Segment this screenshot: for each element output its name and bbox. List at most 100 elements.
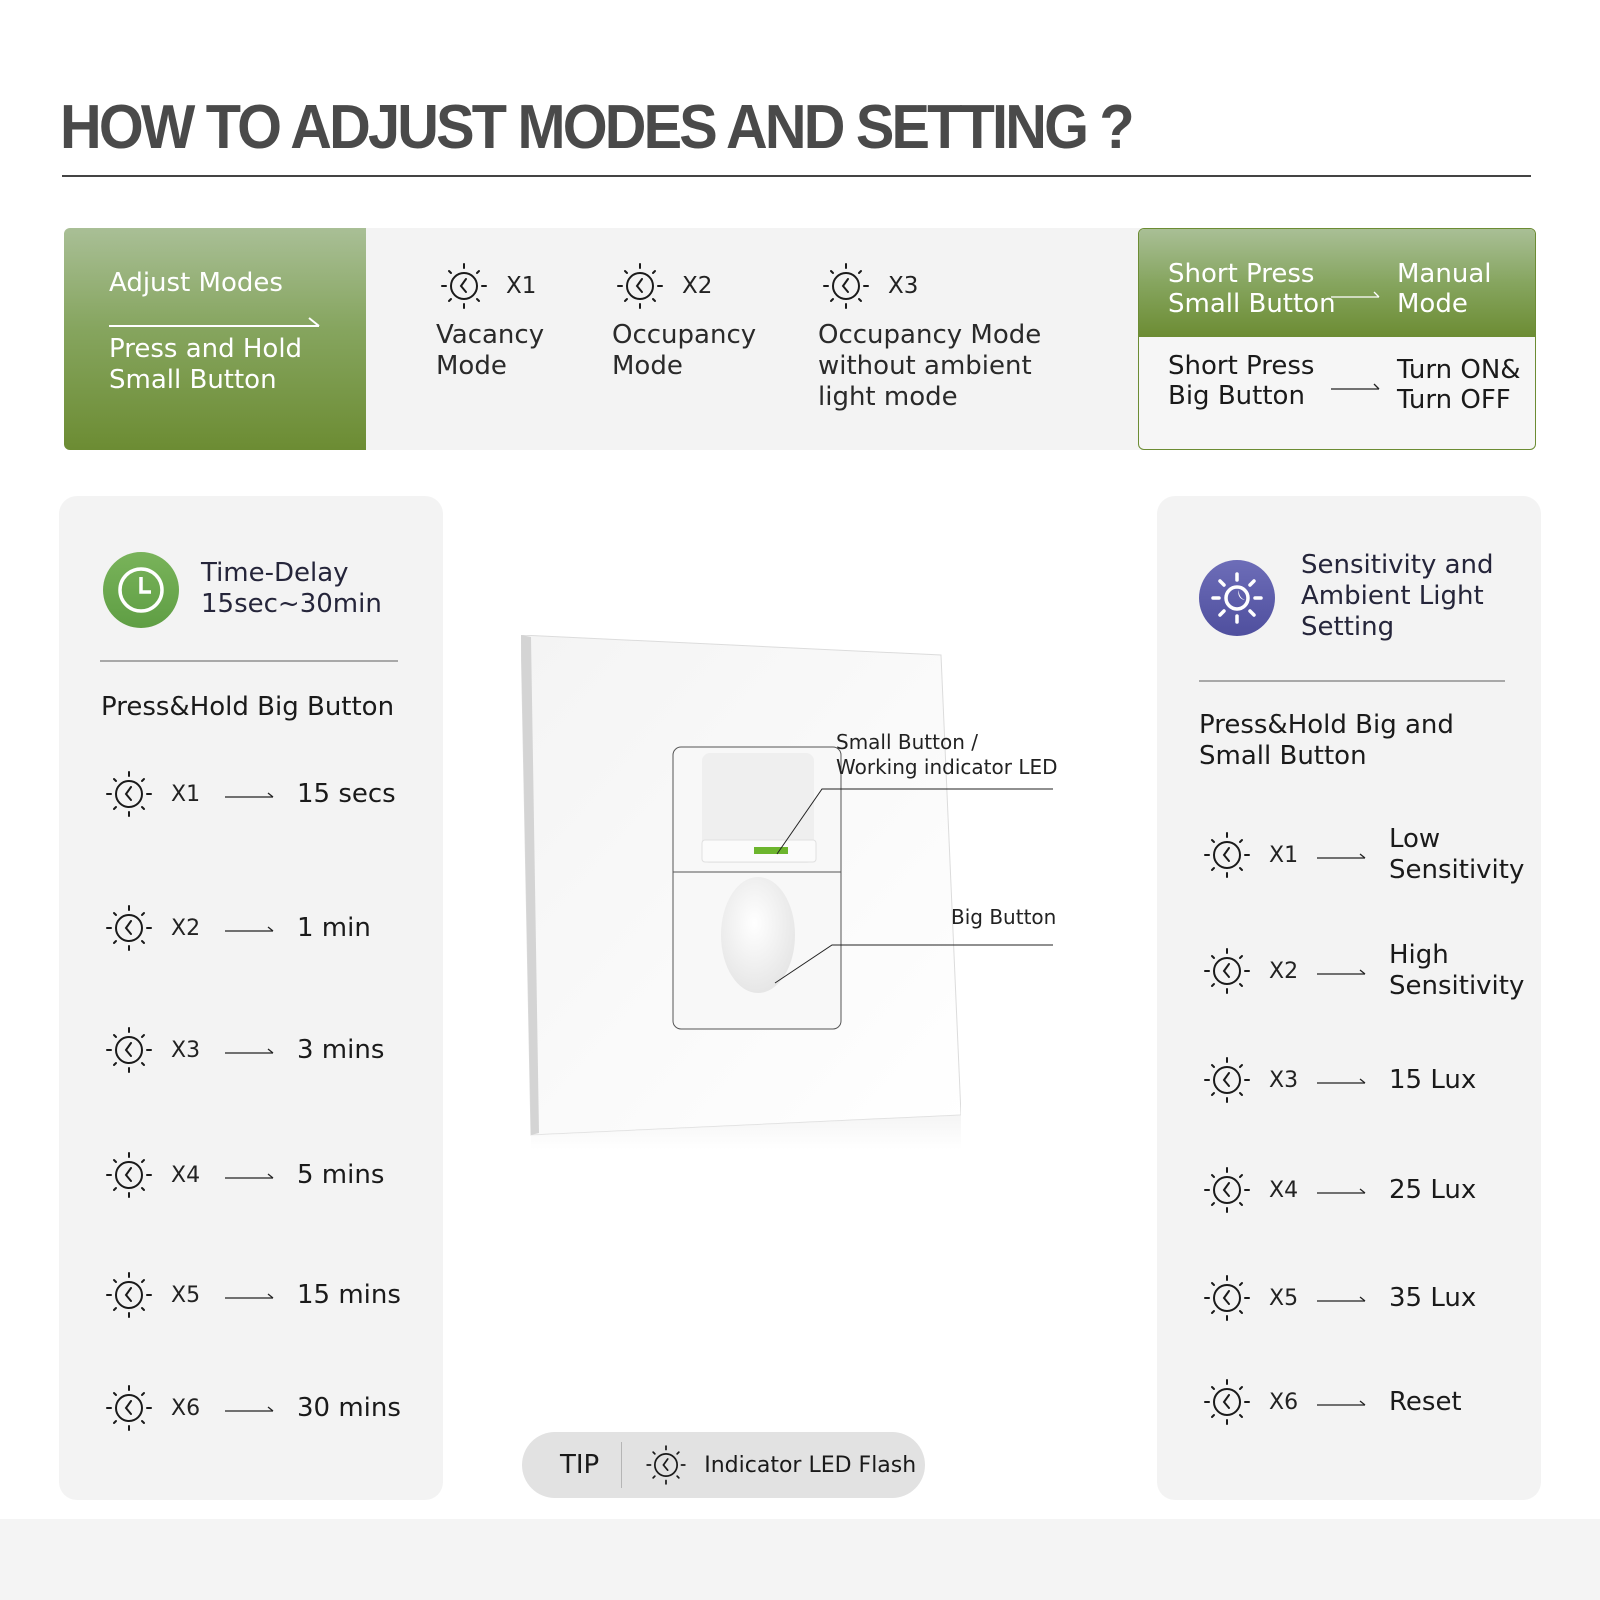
title-divider bbox=[62, 175, 1531, 177]
title-line: Ambient Light bbox=[1301, 581, 1484, 611]
setting-row: X1 15 secs bbox=[101, 766, 396, 822]
setting-value: 1 min bbox=[297, 912, 371, 943]
arrow-right-icon bbox=[1331, 383, 1380, 390]
led-flash-icon bbox=[1204, 1057, 1250, 1103]
setting-row: X5 15 mins bbox=[101, 1267, 401, 1323]
arrow-right-icon bbox=[225, 1048, 274, 1054]
press-count: X6 bbox=[171, 1395, 201, 1421]
press-count: X3 bbox=[888, 273, 919, 299]
press-count: X5 bbox=[1269, 1285, 1299, 1311]
led-flash-icon bbox=[1204, 1167, 1250, 1213]
mode-label: Vacancy Mode bbox=[436, 320, 544, 382]
arrow-right-icon bbox=[225, 1293, 274, 1299]
setting-row: X1 Low Sensitivity bbox=[1199, 824, 1524, 886]
led-flash-icon bbox=[106, 1152, 152, 1198]
mode-label-line: without ambient bbox=[818, 351, 1032, 381]
led-indicator bbox=[754, 847, 788, 854]
setting-row: X4 5 mins bbox=[101, 1147, 384, 1203]
setting-value: 15 mins bbox=[297, 1279, 401, 1310]
adjust-modes-heading: Adjust Modes bbox=[109, 268, 283, 298]
value-line: Sensitivity bbox=[1389, 855, 1525, 885]
arrow-right-icon bbox=[1317, 1188, 1366, 1194]
panel-divider bbox=[1199, 680, 1505, 682]
setting-value: 5 mins bbox=[297, 1159, 385, 1190]
setting-value: Low Sensitivity bbox=[1389, 824, 1524, 886]
action-line: Small Button bbox=[1168, 289, 1336, 319]
mode-label: Occupancy Mode bbox=[612, 320, 756, 382]
mode-vacancy: X1 Vacancy Mode bbox=[436, 258, 544, 382]
setting-row: X2 High Sensitivity bbox=[1199, 940, 1524, 1002]
led-flash-icon bbox=[106, 1272, 152, 1318]
setting-row: X3 15 Lux bbox=[1199, 1052, 1476, 1108]
action-line: Big Button bbox=[1168, 381, 1305, 411]
press-count: X1 bbox=[506, 273, 537, 299]
arrow-right-icon bbox=[225, 792, 274, 798]
result-line: Turn ON& bbox=[1397, 355, 1521, 385]
clock-icon bbox=[103, 552, 179, 628]
value-line: High bbox=[1389, 940, 1449, 970]
mode-label-line: Vacancy bbox=[436, 320, 545, 350]
led-flash-icon bbox=[441, 263, 487, 309]
short-press-action: Short Press Big Button bbox=[1168, 351, 1314, 411]
time-delay-instruction: Press&Hold Big Button bbox=[101, 692, 395, 722]
setting-row: X6 30 mins bbox=[101, 1380, 401, 1436]
action-line: Small Button bbox=[109, 365, 277, 395]
result-line: Manual bbox=[1397, 259, 1492, 289]
press-count: X4 bbox=[1269, 1177, 1299, 1203]
result-line: Turn OFF bbox=[1397, 385, 1511, 415]
value-line: Low bbox=[1389, 824, 1441, 854]
mode-label-line: Occupancy bbox=[612, 320, 757, 350]
led-flash-icon bbox=[617, 263, 663, 309]
mode-label: Occupancy Mode without ambient light mod… bbox=[818, 320, 1041, 413]
setting-row: X5 35 Lux bbox=[1199, 1270, 1476, 1326]
title-line: Setting bbox=[1301, 612, 1395, 642]
press-count: X2 bbox=[171, 915, 201, 941]
arrow-right-icon bbox=[225, 1173, 274, 1179]
sensitivity-instruction: Press&Hold Big and Small Button bbox=[1199, 710, 1454, 772]
setting-value: 15 secs bbox=[297, 778, 396, 809]
instruction-line: Small Button bbox=[1199, 741, 1367, 771]
motion-sensor-switch-image bbox=[521, 635, 961, 1150]
press-count: X3 bbox=[1269, 1067, 1299, 1093]
big-button-callout: Big Button bbox=[951, 905, 1057, 929]
callout-line: Small Button / bbox=[836, 730, 978, 754]
led-flash-icon bbox=[646, 1445, 686, 1485]
press-count: X1 bbox=[1269, 842, 1299, 868]
setting-value: 35 Lux bbox=[1389, 1283, 1476, 1314]
setting-row: X4 25 Lux bbox=[1199, 1162, 1476, 1218]
value-line: Reset bbox=[1389, 1386, 1462, 1417]
press-count: X5 bbox=[171, 1282, 201, 1308]
press-count: X3 bbox=[171, 1037, 201, 1063]
mode-label-line: light mode bbox=[818, 382, 958, 412]
led-flash-icon bbox=[106, 905, 152, 951]
sensitivity-panel: Sensitivity and Ambient Light Setting Pr… bbox=[1157, 496, 1541, 1500]
tip-pill: TIP Indicator LED Flash bbox=[522, 1432, 925, 1498]
action-line: Short Press bbox=[1168, 259, 1315, 289]
callout-line: Working indicator LED bbox=[836, 755, 1058, 779]
action-line: Short Press bbox=[1168, 351, 1315, 381]
press-count: X1 bbox=[171, 781, 201, 807]
mode-label-line: Occupancy Mode bbox=[818, 320, 1042, 350]
short-press-result: Turn ON& Turn OFF bbox=[1397, 355, 1521, 415]
title-line: Sensitivity and bbox=[1301, 550, 1494, 580]
setting-row: X3 3 mins bbox=[101, 1022, 384, 1078]
mode-occupancy: X2 Occupancy Mode bbox=[612, 258, 756, 382]
small-button-callout: Small Button / Working indicator LED bbox=[836, 730, 1058, 780]
value-line: 15 Lux bbox=[1389, 1064, 1477, 1095]
page-title: HOW TO ADJUST MODES AND SETTING ? bbox=[60, 93, 1135, 162]
led-flash-icon bbox=[106, 771, 152, 817]
value-line: 35 Lux bbox=[1389, 1282, 1477, 1313]
time-delay-panel: Time-Delay 15sec~30min Press&Hold Big Bu… bbox=[59, 496, 443, 1500]
setting-value: 15 Lux bbox=[1389, 1065, 1476, 1096]
led-flash-icon bbox=[1204, 1379, 1250, 1425]
footer-band bbox=[0, 1519, 1600, 1600]
led-flash-icon bbox=[823, 263, 869, 309]
press-count: X4 bbox=[171, 1162, 201, 1188]
arrow-right-icon bbox=[1317, 853, 1366, 859]
setting-value: 25 Lux bbox=[1389, 1175, 1476, 1206]
time-delay-title: Time-Delay 15sec~30min bbox=[201, 558, 382, 620]
adjust-modes-card: Adjust Modes Press and Hold Small Button bbox=[64, 228, 366, 450]
arrow-right-icon bbox=[1317, 1078, 1366, 1084]
arrow-right-icon bbox=[1317, 1296, 1366, 1302]
short-press-small-row: Short Press Small Button Manual Mode bbox=[1139, 229, 1535, 337]
